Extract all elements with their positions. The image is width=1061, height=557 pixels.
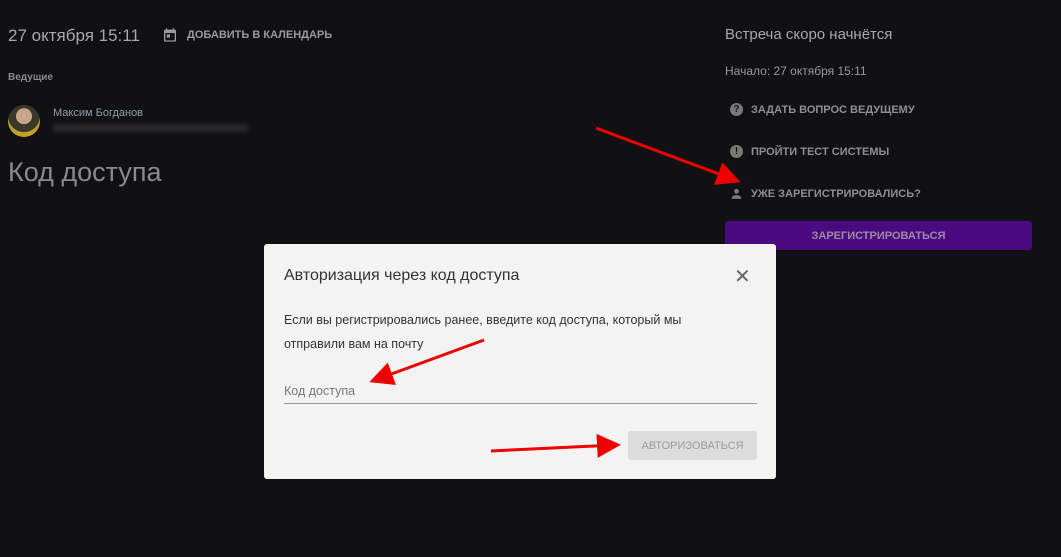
arrow-annotation: [595, 126, 741, 185]
arrow-annotation: [490, 433, 621, 458]
annotation-arrows: [369, 126, 741, 458]
arrow-annotation: [369, 338, 485, 386]
